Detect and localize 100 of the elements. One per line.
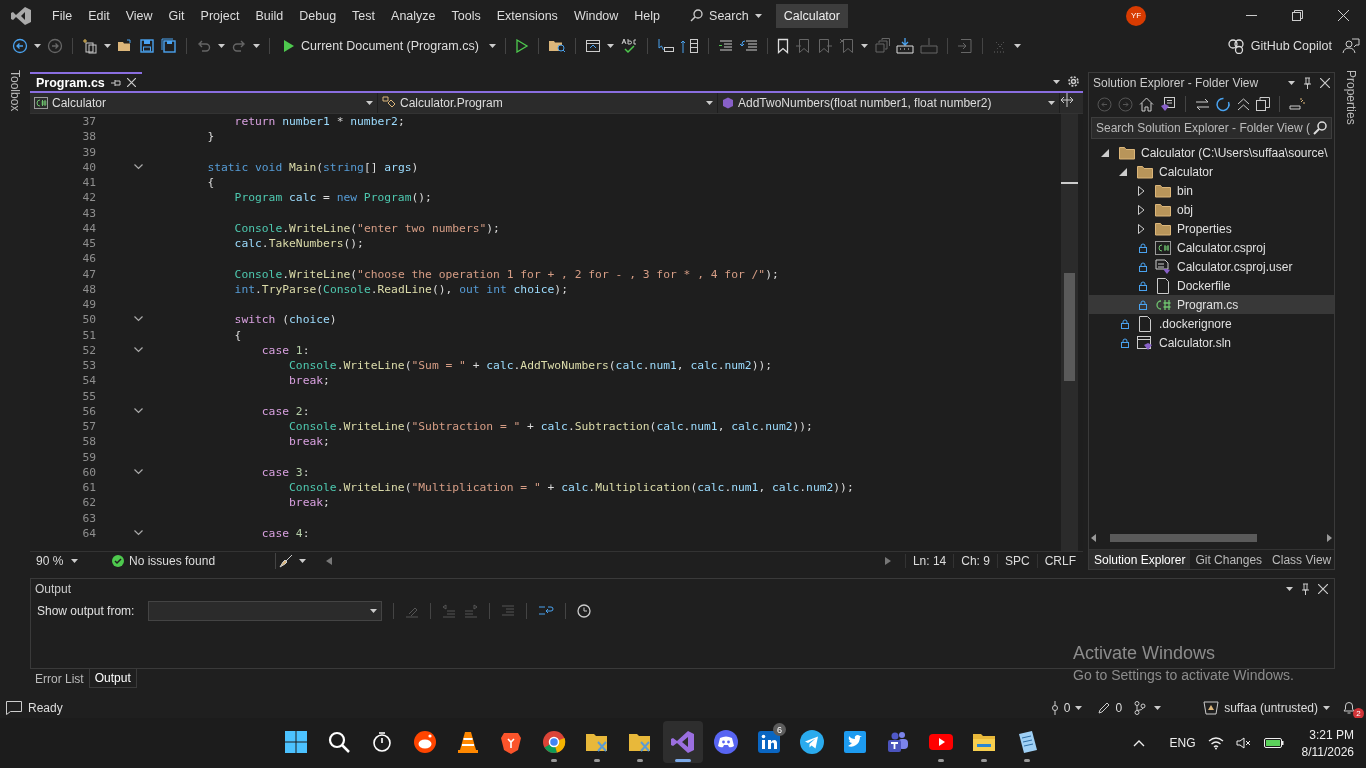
download-tray-icon[interactable] [895, 37, 914, 54]
clock-icon[interactable] [577, 604, 592, 618]
split-icon[interactable] [1060, 93, 1074, 107]
collapse-triangle-icon[interactable] [1119, 167, 1127, 176]
bird-icon[interactable] [844, 731, 866, 753]
copy-pages-icon[interactable] [1256, 97, 1270, 111]
branch-icon[interactable] [1134, 700, 1147, 715]
document-tab[interactable]: Program.cs [30, 72, 142, 91]
search-button[interactable]: Search [682, 4, 770, 27]
traffic-cone-icon[interactable] [457, 730, 479, 754]
scroll-right-icon[interactable] [1327, 534, 1332, 542]
expand-triangle-icon[interactable] [1137, 204, 1145, 215]
column-arrows-icon[interactable] [680, 37, 699, 54]
fold-chevron-icon[interactable] [134, 468, 143, 475]
caret-icon[interactable] [1048, 101, 1055, 105]
scroll-left-icon[interactable] [1091, 534, 1096, 542]
expand-triangle-icon[interactable] [1137, 223, 1145, 234]
horizontal-scrollbar[interactable] [1091, 531, 1332, 545]
tree-item[interactable]: Calculator [1089, 162, 1334, 181]
bookmark-previous-icon[interactable] [794, 37, 811, 54]
new-project-icon[interactable] [82, 37, 98, 54]
bookmark-icon[interactable] [776, 37, 789, 54]
indent-icon[interactable] [739, 37, 758, 54]
scroll-right-icon[interactable] [884, 557, 891, 565]
zoom-dropdown[interactable]: 90 % [30, 554, 102, 568]
caret-icon[interactable] [606, 43, 614, 48]
caret-icon[interactable] [218, 43, 225, 48]
line-ending-indicator[interactable]: CRLF [1036, 554, 1083, 568]
caret-icon[interactable] [860, 43, 868, 48]
refresh-icon[interactable] [1216, 96, 1231, 112]
ribbon-logo-icon[interactable] [671, 730, 695, 754]
square-logo-icon[interactable] [758, 731, 780, 753]
navigation-dropdown[interactable]: AddTwoNumbers(float number1, float number2) [718, 93, 1060, 113]
fold-chevron-icon[interactable] [134, 407, 143, 414]
alien-head-icon[interactable] [414, 731, 436, 753]
search-icon[interactable] [327, 730, 351, 754]
caret-icon[interactable] [370, 609, 378, 613]
properties-wrench-icon[interactable] [1289, 97, 1305, 111]
menu-item[interactable]: View [117, 4, 161, 27]
toolbox-tab[interactable]: Toolbox [8, 70, 22, 112]
circle-arrow-right-icon[interactable] [47, 37, 63, 54]
collapse-triangle-icon[interactable] [1101, 148, 1109, 157]
tree-item[interactable]: Program.cs [1089, 295, 1334, 314]
horizontal-scrollbar[interactable] [326, 555, 891, 567]
paper-plane-icon[interactable] [800, 730, 824, 754]
notebook-icon[interactable] [1016, 730, 1038, 754]
caret-icon[interactable] [1154, 705, 1162, 710]
pin-icon[interactable] [1301, 583, 1310, 595]
clock[interactable]: 3:21 PM 8/11/2026 [1295, 727, 1360, 759]
tree-item[interactable]: Properties [1089, 219, 1334, 238]
copilot-button[interactable]: GitHub Copilot [1222, 35, 1336, 56]
save-all-icon[interactable] [161, 37, 177, 54]
circle-arrow-left-icon[interactable] [12, 37, 28, 54]
caret-icon[interactable] [253, 43, 260, 48]
taskbar-button[interactable] [663, 721, 703, 763]
navigation-dropdown[interactable]: Calculator [30, 93, 378, 113]
home-icon[interactable] [1139, 96, 1154, 112]
tree-item[interactable]: bin [1089, 181, 1334, 200]
save-icon[interactable] [139, 37, 155, 54]
solution-file-icon[interactable] [1160, 96, 1176, 112]
caret-icon[interactable] [1075, 705, 1083, 710]
close-icon[interactable] [1320, 78, 1330, 88]
menu-item[interactable]: Extensions [488, 4, 566, 27]
battery-charging-icon[interactable] [1263, 737, 1284, 749]
round-browser-icon[interactable] [542, 730, 566, 754]
expand-triangle-icon[interactable] [1137, 185, 1145, 196]
window-layout-icon[interactable] [584, 37, 601, 54]
caret-icon[interactable] [104, 43, 111, 48]
scroll-left-icon[interactable] [326, 557, 332, 565]
tree-item[interactable]: Calculator (C:\Users\suffaa\source\ [1089, 143, 1334, 162]
brush-icon[interactable] [279, 554, 293, 568]
collapse-all-icon[interactable] [1237, 97, 1250, 111]
pending-changes[interactable]: 0 [1094, 700, 1127, 715]
caret-icon[interactable] [299, 559, 306, 563]
import-icon[interactable] [956, 37, 973, 54]
outdent-icon[interactable] [717, 37, 734, 54]
caret-icon[interactable] [1286, 587, 1293, 591]
fold-chevron-icon[interactable] [134, 346, 143, 353]
tree-item[interactable]: Dockerfile [1089, 276, 1334, 295]
caret-icon[interactable] [754, 13, 762, 18]
caret-icon[interactable] [34, 43, 41, 48]
lion-shield-icon[interactable] [500, 730, 522, 754]
folder-icon[interactable] [628, 731, 652, 753]
caret-icon[interactable] [1323, 705, 1330, 710]
muted-speaker-icon[interactable] [1235, 736, 1252, 750]
tree-item[interactable]: .dockerignore [1089, 314, 1334, 333]
menu-item[interactable]: Test [344, 4, 384, 27]
caret-icon[interactable] [71, 559, 79, 563]
windows-logo-icon[interactable] [284, 730, 308, 754]
menu-item[interactable]: Git [160, 4, 193, 27]
menu-item[interactable]: Project [192, 4, 248, 27]
whitespace-indicator[interactable]: SPC [996, 554, 1037, 568]
spell-check-icon[interactable] [619, 37, 638, 54]
bookmark-next-icon[interactable] [816, 37, 833, 54]
message-icon[interactable] [6, 700, 22, 715]
menu-item[interactable]: Edit [80, 4, 118, 27]
tree-item[interactable]: Calculator.csproj.user [1089, 257, 1334, 276]
play-outline-icon[interactable] [514, 38, 529, 53]
panel-tab[interactable]: Output [88, 669, 137, 688]
menu-item[interactable]: Tools [443, 4, 489, 27]
